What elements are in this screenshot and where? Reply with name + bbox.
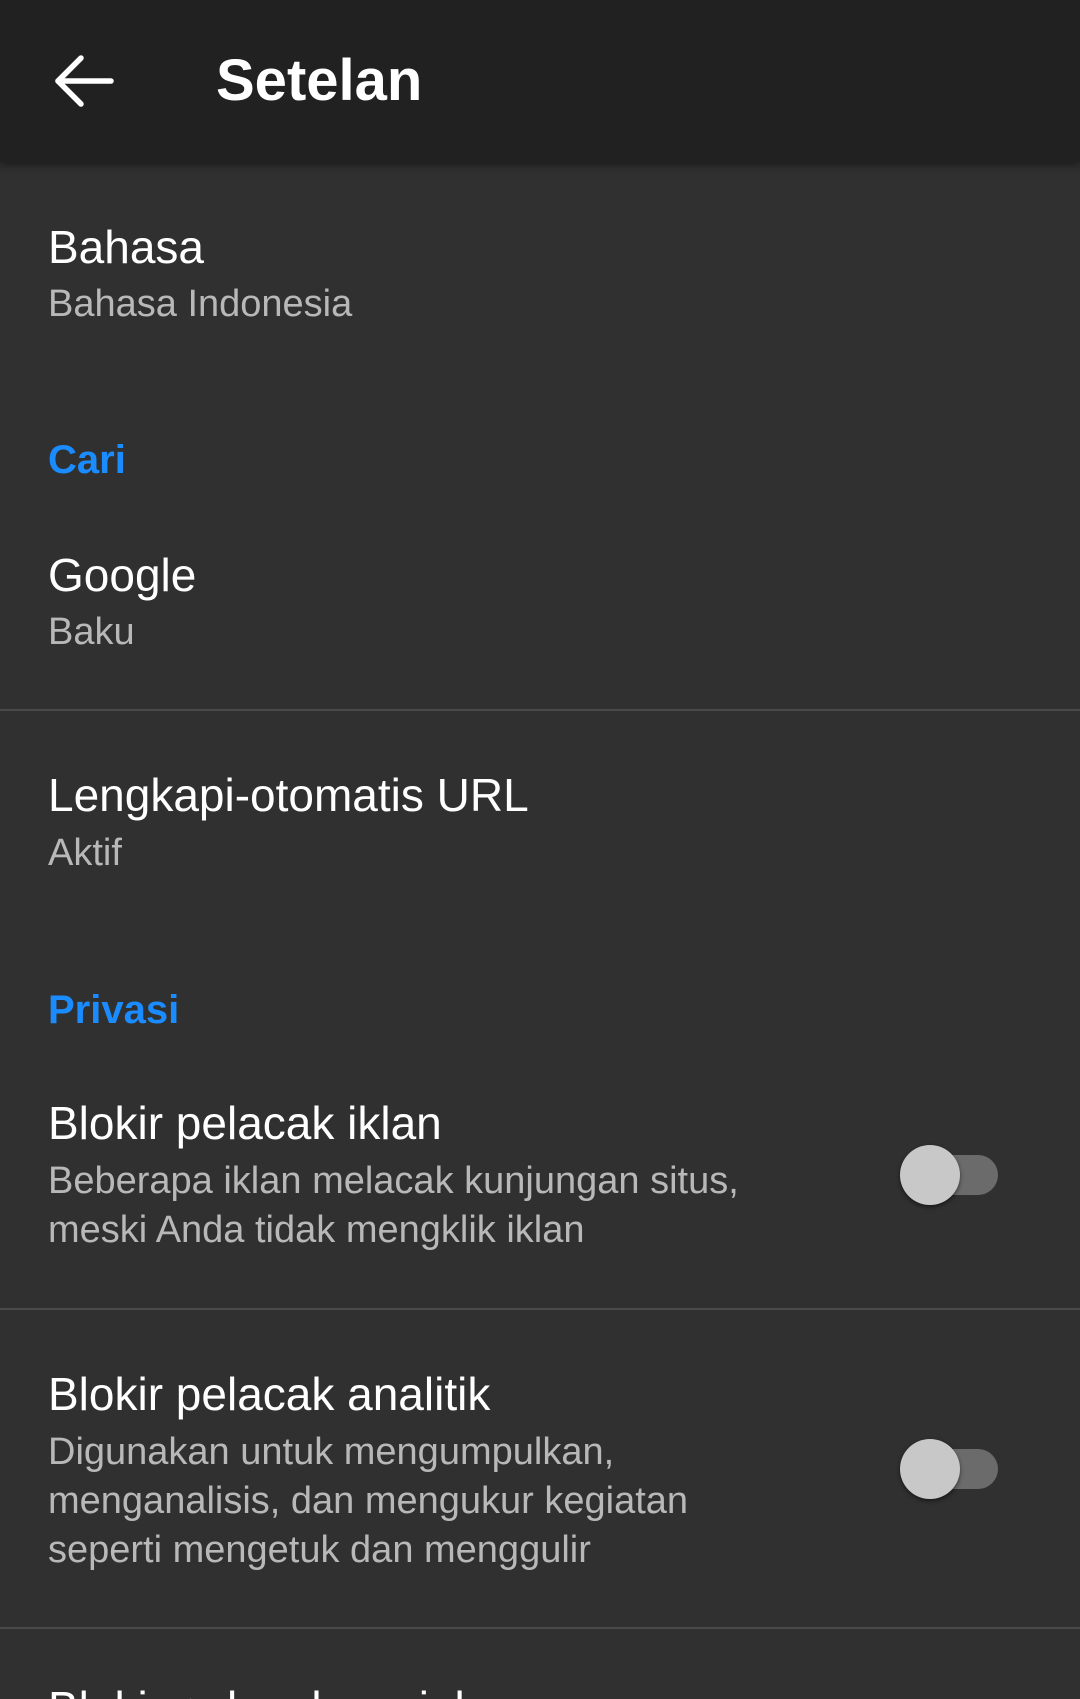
- search-engine-value: Baku: [48, 611, 135, 653]
- block-ad-trackers-desc-line2: meski Anda tidak mengklik iklan: [48, 1209, 585, 1251]
- divider: [0, 709, 1080, 711]
- divider: [0, 1308, 1080, 1310]
- toggle-thumb: [900, 1145, 960, 1205]
- section-header-privacy: Privasi: [48, 988, 180, 1032]
- block-analytics-trackers-desc-line2: menganalisis, dan mengukur kegiatan: [48, 1480, 689, 1522]
- language-value: Bahasa Indonesia: [48, 283, 353, 325]
- block-analytics-trackers-title: Blokir pelacak analitik: [48, 1368, 491, 1420]
- settings-screen: Setelan Bahasa Bahasa Indonesia Cari Goo…: [0, 0, 1080, 1699]
- language-setting[interactable]: Bahasa Bahasa Indonesia: [0, 162, 1080, 380]
- block-ad-trackers-desc-line1: Beberapa iklan melacak kunjungan situs,: [48, 1160, 739, 1202]
- url-autocomplete-title: Lengkapi-otomatis URL: [48, 769, 529, 821]
- url-autocomplete-value: Aktif: [48, 832, 122, 874]
- toggle-thumb: [900, 1439, 960, 1499]
- search-engine-setting[interactable]: Google Baku: [0, 500, 1080, 710]
- section-header-search: Cari: [48, 438, 126, 482]
- back-button[interactable]: [36, 36, 132, 126]
- url-autocomplete-setting[interactable]: Lengkapi-otomatis URL Aktif: [0, 712, 1080, 930]
- block-analytics-trackers-toggle[interactable]: [900, 1437, 1000, 1501]
- arrow-back-icon: [55, 55, 114, 107]
- search-engine-title: Google: [48, 549, 197, 601]
- language-title: Bahasa: [48, 221, 205, 273]
- block-ad-trackers-title: Blokir pelacak iklan: [48, 1097, 442, 1149]
- block-social-trackers-setting[interactable]: Blokir pelacak sosial: [0, 1629, 1080, 1699]
- block-analytics-trackers-desc-line1: Digunakan untuk mengumpulkan,: [48, 1431, 615, 1473]
- app-bar: Setelan: [0, 0, 1080, 162]
- block-ad-trackers-toggle[interactable]: [900, 1143, 1000, 1207]
- page-title: Setelan: [216, 48, 423, 113]
- block-analytics-trackers-desc-line3: seperti mengetuk dan menggulir: [48, 1529, 591, 1571]
- block-social-trackers-title: Blokir pelacak sosial: [48, 1681, 465, 1699]
